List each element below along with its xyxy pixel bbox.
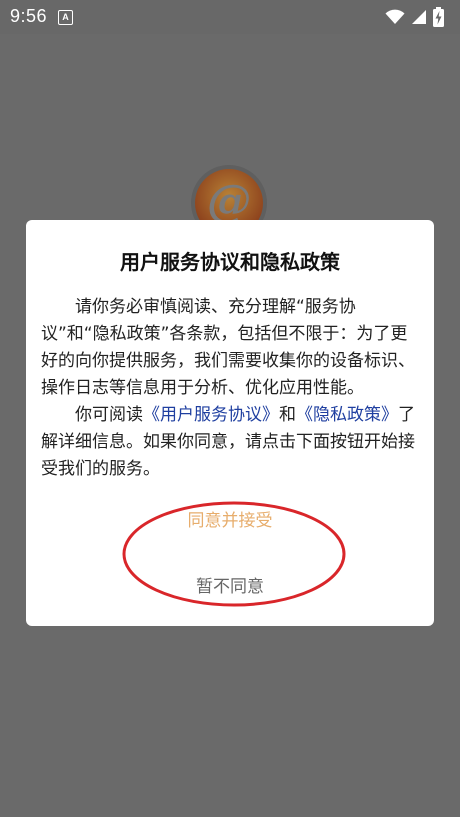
paragraph-2-and: 和 [279,405,296,425]
dialog-paragraph-1: 请你务必审慎阅读、充分理解“服务协议”和“隐私政策”各条款，包括但不限于：为了更… [41,297,415,398]
notification-a-icon: A [58,10,73,25]
dialog-body: 请你务必审慎阅读、充分理解“服务协议”和“隐私政策”各条款，包括但不限于：为了更… [41,294,421,483]
annotation-circle [122,501,346,607]
status-icons [385,6,444,28]
paragraph-2-prefix: 你可阅读 [75,405,143,425]
status-time: 9:56 [10,6,48,26]
dialog-paragraph-2: 你可阅读《用户服务协议》和《隐私政策》了解详细信息。如果你同意，请点击下面按钮开… [41,402,421,483]
dialog-title: 用户服务协议和隐私政策 [120,250,340,274]
wifi-icon [385,9,405,24]
privacy-dialog: 用户服务协议和隐私政策 请你务必审慎阅读、充分理解“服务协议”和“隐私政策”各条… [26,220,434,626]
battery-charging-icon [433,7,444,27]
user-agreement-link[interactable]: 《用户服务协议》 [143,405,279,425]
status-bar: 9:56 A [0,0,460,34]
privacy-policy-link[interactable]: 《隐私政策》 [296,405,398,425]
cellular-icon [412,10,426,24]
